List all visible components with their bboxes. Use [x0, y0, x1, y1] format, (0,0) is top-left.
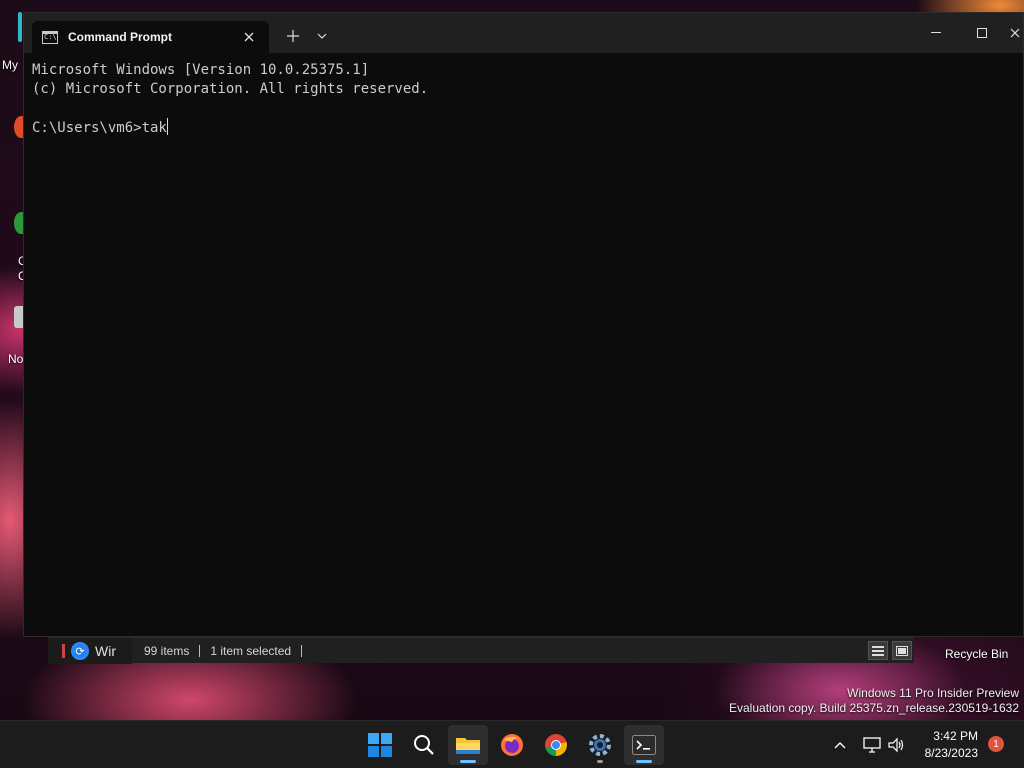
minimize-icon: [931, 32, 941, 33]
taskbar-settings[interactable]: [580, 725, 620, 765]
explorer-status-bar: ⟳ Wir 99 items 1 item selected: [48, 637, 914, 664]
refresh-icon[interactable]: ⟳: [71, 642, 89, 660]
windows-logo-icon: [368, 733, 392, 757]
desktop-icon-label: No: [8, 352, 24, 366]
plus-icon: [287, 30, 299, 42]
selection-count: 1 item selected: [210, 644, 292, 658]
desktop-icon-label: My: [2, 58, 18, 72]
prompt-input-text: C:\Users\vm6>tak: [32, 120, 167, 136]
close-window-button[interactable]: [1005, 19, 1024, 47]
tiles-view-icon: [896, 645, 908, 656]
console-line: (c) Microsoft Corporation. All rights re…: [32, 81, 429, 97]
chevron-down-icon: [317, 33, 327, 39]
close-icon: [244, 32, 254, 42]
gear-icon: [589, 734, 611, 756]
taskbar-chrome[interactable]: [536, 725, 576, 765]
tiles-view-button[interactable]: [892, 641, 912, 660]
running-indicator: [460, 760, 476, 763]
console-prompt-line[interactable]: C:\Users\vm6>tak: [32, 118, 1015, 138]
new-tab-button[interactable]: [282, 25, 304, 47]
running-indicator: [597, 760, 603, 763]
firefox-icon: [501, 734, 523, 756]
terminal-icon: [632, 735, 656, 755]
volume-button[interactable]: [884, 725, 908, 765]
terminal-window[interactable]: C:\ Command Prompt Microsoft Windows [Ve…: [23, 12, 1024, 637]
close-tab-button[interactable]: [239, 27, 259, 47]
network-button[interactable]: [860, 725, 884, 765]
details-view-icon: [872, 645, 884, 656]
details-view-button[interactable]: [868, 641, 888, 660]
tab-title: Command Prompt: [68, 30, 173, 44]
search-button[interactable]: [404, 725, 444, 765]
maximize-icon: [977, 28, 987, 38]
start-button[interactable]: [360, 725, 400, 765]
watermark-line: Evaluation copy. Build 25375.zn_release.…: [729, 701, 1019, 715]
show-hidden-icons-button[interactable]: [828, 725, 852, 765]
search-icon: [414, 735, 434, 755]
folder-icon: [456, 738, 480, 754]
title-bar[interactable]: C:\ Command Prompt: [24, 13, 1023, 53]
taskbar-firefox[interactable]: [492, 725, 532, 765]
watermark-line: Windows 11 Pro Insider Preview: [847, 686, 1019, 700]
notification-badge[interactable]: 1: [988, 736, 1004, 752]
divider: [199, 645, 201, 657]
network-icon: [863, 737, 881, 753]
item-count: 99 items: [144, 644, 190, 658]
tab-command-prompt[interactable]: C:\ Command Prompt: [32, 21, 269, 53]
explorer-window-label: Wir: [95, 643, 116, 659]
clock-time: 3:42 PM: [933, 729, 978, 743]
explorer-accent-bar: [62, 644, 65, 658]
minimize-button[interactable]: [913, 19, 959, 47]
command-prompt-icon: C:\: [42, 30, 58, 44]
recycle-bin-label[interactable]: Recycle Bin: [945, 647, 1008, 661]
running-indicator: [636, 760, 652, 763]
clock-date: 8/23/2023: [924, 746, 978, 760]
taskbar-file-explorer[interactable]: [448, 725, 488, 765]
desktop-icon-stub[interactable]: [18, 12, 22, 42]
close-icon: [1010, 28, 1020, 38]
maximize-button[interactable]: [959, 19, 1005, 47]
taskbar: 3:42 PM 8/23/2023: [0, 720, 1024, 768]
speaker-icon: [888, 737, 904, 753]
console-line: Microsoft Windows [Version 10.0.25375.1]: [32, 62, 370, 78]
chevron-up-icon: [834, 742, 846, 749]
text-cursor: [166, 118, 168, 135]
explorer-taskbar-strip[interactable]: ⟳ Wir: [48, 638, 132, 664]
divider: [301, 645, 303, 657]
clock[interactable]: 3:42 PM 8/23/2023: [918, 728, 978, 762]
console-output[interactable]: Microsoft Windows [Version 10.0.25375.1]…: [32, 61, 1015, 628]
tab-dropdown-button[interactable]: [312, 25, 332, 47]
os-watermark: Windows 11 Pro Insider Preview Evaluatio…: [729, 686, 1019, 716]
taskbar-terminal[interactable]: [624, 725, 664, 765]
chrome-icon: [545, 734, 567, 756]
